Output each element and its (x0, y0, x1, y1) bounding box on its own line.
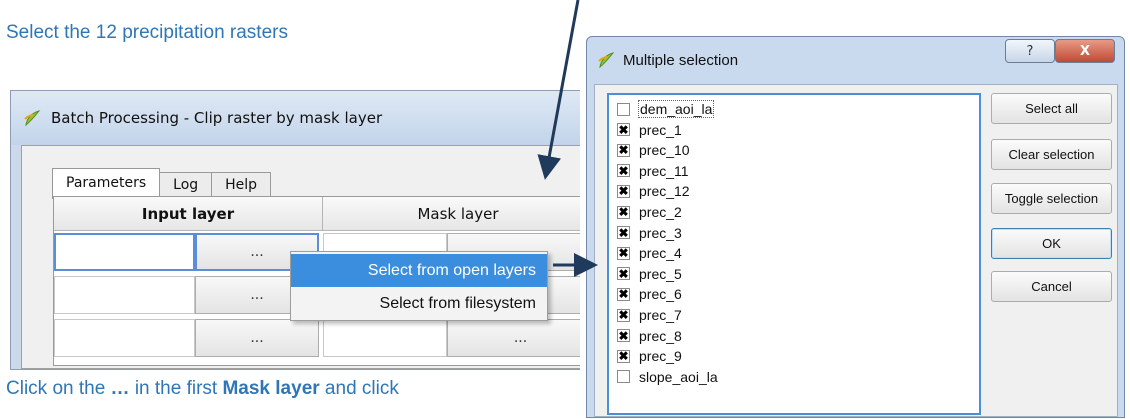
multiple-selection-dialog: Multiple selection ? X dem_aoi_la ✖ prec_1… (586, 36, 1125, 418)
checkbox-checked-icon[interactable]: ✖ (617, 164, 630, 178)
checkbox-checked-icon[interactable]: ✖ (617, 349, 630, 363)
checkbox-unchecked-icon[interactable] (617, 102, 630, 116)
batch-window-title: Batch Processing - Clip raster by mask l… (51, 109, 383, 127)
layer-list-item[interactable]: ✖ prec_10 (617, 140, 690, 160)
select-all-button[interactable]: Select all (991, 93, 1112, 124)
layer-name: prec_9 (639, 348, 682, 365)
layer-list-item[interactable]: ✖ prec_1 (617, 120, 682, 140)
dialog-title: Multiple selection (623, 51, 739, 69)
menu-item-select-from-filesystem[interactable]: Select from filesystem (291, 287, 547, 320)
caption-top: Select the 12 precipitation rasters (6, 22, 288, 43)
caption-mask-layer: Mask layer (222, 378, 320, 399)
checkbox-checked-icon[interactable]: ✖ (617, 308, 630, 322)
layer-name: prec_3 (639, 224, 682, 241)
layer-name: dem_aoi_la (637, 100, 715, 118)
layer-source-context-menu: Select from open layers Select from file… (290, 251, 548, 321)
batch-tabs: Parameters Log Help (52, 168, 272, 199)
qgis-logo-icon (598, 52, 615, 69)
caption-ellipsis: … (110, 378, 130, 399)
layer-name: prec_2 (639, 204, 682, 220)
layer-checklist: dem_aoi_la ✖ prec_1 ✖ prec_10 ✖ prec_11 ✖ prec_1… (607, 93, 981, 415)
checkbox-checked-icon[interactable]: ✖ (617, 123, 630, 137)
layer-list-item[interactable]: ✖ prec_6 (617, 284, 682, 304)
layer-list-item[interactable]: slope_aoi_la (617, 367, 718, 387)
layer-list-item[interactable]: ✖ prec_12 (617, 181, 690, 201)
checkbox-checked-icon[interactable]: ✖ (617, 226, 630, 240)
cancel-button[interactable]: Cancel (991, 271, 1112, 302)
batch-processing-window: Batch Processing - Clip raster by mask l… (10, 90, 580, 370)
layer-name: prec_1 (639, 121, 682, 138)
layer-name: prec_4 (639, 245, 682, 262)
caption-text: in the first (129, 378, 223, 399)
layer-list-item[interactable]: ✖ prec_2 (617, 202, 682, 222)
batch-title-bar: Batch Processing - Clip raster by mask l… (11, 91, 580, 145)
caption-text: Click on the (6, 378, 111, 399)
input-layer-field[interactable] (54, 233, 195, 271)
checkbox-checked-icon[interactable]: ✖ (617, 287, 630, 301)
menu-item-select-from-open-layers[interactable]: Select from open layers (291, 254, 547, 287)
checkbox-checked-icon[interactable]: ✖ (617, 267, 630, 281)
ok-button[interactable]: OK (991, 228, 1112, 259)
close-button[interactable]: X (1055, 39, 1115, 63)
caption-text: and click (319, 378, 399, 399)
layer-list-item[interactable]: ✖ prec_7 (617, 305, 682, 325)
layer-name: prec_7 (639, 307, 682, 323)
checkbox-checked-icon[interactable]: ✖ (617, 143, 630, 157)
mask-layer-browse-button[interactable]: ... (447, 319, 580, 357)
checkbox-checked-icon[interactable]: ✖ (617, 205, 630, 219)
checkbox-checked-icon[interactable]: ✖ (617, 184, 630, 198)
checkbox-unchecked-icon[interactable] (617, 370, 630, 384)
layer-list-item[interactable]: ✖ prec_3 (617, 223, 682, 243)
layer-list-item[interactable]: ✖ prec_8 (617, 326, 682, 346)
column-header-mask-layer: Mask layer (323, 197, 580, 231)
layer-list-item[interactable]: ✖ prec_4 (617, 243, 682, 263)
tab-help[interactable]: Help (211, 172, 272, 199)
layer-list-item[interactable]: dem_aoi_la (617, 99, 715, 119)
mask-layer-field[interactable] (323, 319, 447, 357)
layer-list-item[interactable]: ✖ prec_11 (617, 161, 689, 181)
column-header-input-layer: Input layer (54, 197, 323, 231)
tutorial-screenshot: Select the 12 precipitation rasters Clic… (0, 0, 1130, 419)
input-layer-field[interactable] (54, 276, 195, 314)
layer-list-item[interactable]: ✖ prec_5 (617, 264, 682, 284)
layer-name: prec_6 (639, 286, 682, 303)
layer-name: prec_12 (639, 183, 690, 200)
checkbox-checked-icon[interactable]: ✖ (617, 329, 630, 343)
layer-list-item[interactable]: ✖ prec_9 (617, 346, 682, 366)
checkbox-checked-icon[interactable]: ✖ (617, 246, 630, 260)
layer-name: prec_11 (639, 162, 689, 179)
dialog-body: dem_aoi_la ✖ prec_1 ✖ prec_10 ✖ prec_11 ✖ prec_1… (594, 84, 1118, 417)
input-layer-browse-button[interactable]: ... (195, 319, 319, 357)
qgis-logo-icon (24, 110, 41, 127)
tab-parameters[interactable]: Parameters (52, 168, 161, 199)
layer-name: prec_10 (639, 142, 690, 159)
input-layer-field[interactable] (54, 319, 195, 357)
tab-log[interactable]: Log (159, 172, 213, 199)
layer-name: prec_8 (639, 327, 682, 344)
toggle-selection-button[interactable]: Toggle selection (991, 183, 1112, 214)
layer-name: prec_5 (639, 265, 682, 282)
clear-selection-button[interactable]: Clear selection (991, 139, 1112, 170)
caption-bottom: Click on the … in the first Mask layer a… (6, 378, 399, 400)
layer-name: slope_aoi_la (639, 368, 718, 385)
help-button[interactable]: ? (1005, 39, 1055, 63)
